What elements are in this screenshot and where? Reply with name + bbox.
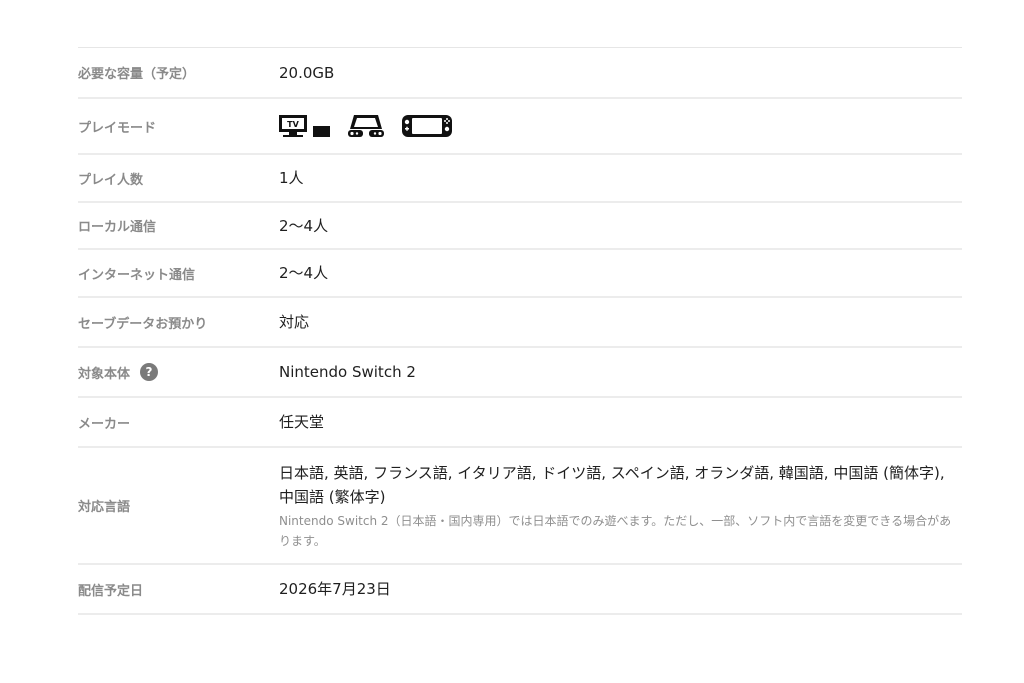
spec-value: 2～4人 [279,264,329,282]
spec-label: メーカー [78,416,131,432]
tv-mode-icon: TV [279,114,331,138]
spec-row-release-date: 配信予定日 2026年7月23日 [78,565,962,615]
spec-label-text: 対象本体 [78,366,131,382]
spec-label: 必要な容量（予定） [78,67,196,82]
spec-value: 2～4人 [279,216,329,235]
spec-row-target-system: 対象本体 ? Nintendo Switch 2 [78,348,962,398]
help-icon[interactable]: ? [140,363,159,381]
spec-value: 対応 [279,313,310,331]
handheld-mode-icon [401,114,453,138]
spec-row-play-mode: プレイモード TV [78,99,962,155]
spec-label: セーブデータお預かり [78,316,208,332]
spec-label: 対応言語 [78,500,131,515]
spec-label: 対象本体 ? [78,363,279,382]
languages-list: 日本語, 英語, フランス語, イタリア語, ドイツ語, スペイン語, オランダ… [279,463,945,506]
tabletop-mode-icon [347,114,385,138]
spec-label: プレイ人数 [78,172,144,188]
spec-value: 任天堂 [279,413,325,431]
spec-value: 2026年7月23日 [279,580,391,598]
spec-label: 配信予定日 [78,583,144,599]
spec-row-languages: 対応言語 日本語, 英語, フランス語, イタリア語, ドイツ語, スペイン語,… [78,448,962,565]
spec-table: 必要な容量（予定） 20.0GB プレイモード TV プレイ人数 1人 ローカル… [78,47,962,615]
spec-value: Nintendo Switch 2 [279,363,416,381]
spec-value-languages: 日本語, 英語, フランス語, イタリア語, ドイツ語, スペイン語, オランダ… [279,461,962,551]
spec-label: ローカル通信 [78,220,157,235]
spec-row-maker: メーカー 任天堂 [78,398,962,448]
spec-value: 1人 [279,169,304,187]
spec-row-save-data: セーブデータお預かり 対応 [78,298,962,348]
spec-value: 20.0GB [279,63,335,82]
spec-row-size: 必要な容量（予定） 20.0GB [78,48,962,99]
languages-note: Nintendo Switch 2（日本語・国内専用）では日本語でのみ遊べます。… [279,513,952,548]
spec-label: インターネット通信 [78,267,196,283]
spec-row-players: プレイ人数 1人 [78,155,962,203]
play-mode-icons: TV [279,114,962,138]
spec-label: プレイモード [78,120,157,136]
tv-mode-text: TV [287,120,299,129]
spec-row-local-play: ローカル通信 2～4人 [78,203,962,250]
spec-row-online-play: インターネット通信 2～4人 [78,250,962,298]
